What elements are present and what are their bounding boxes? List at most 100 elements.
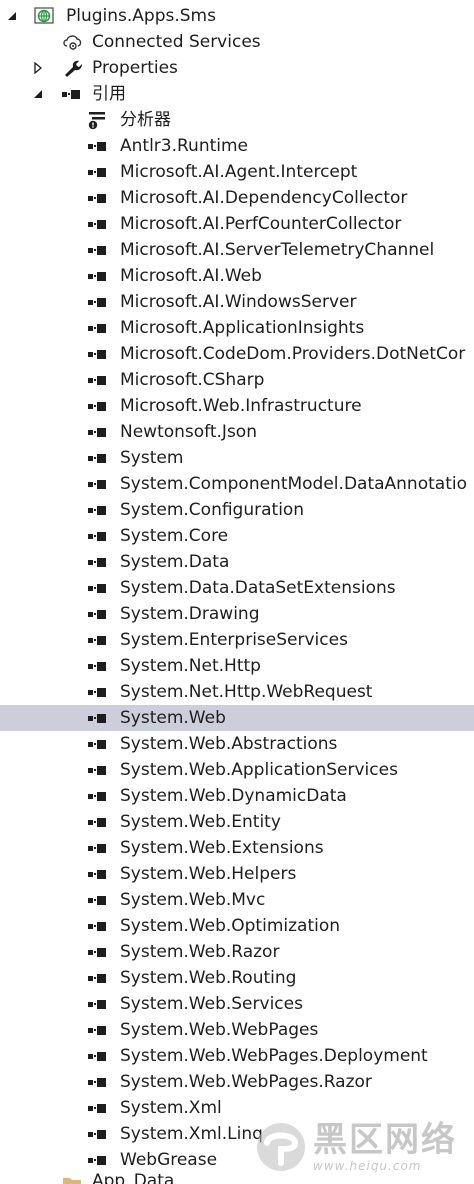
reference-item-label: Microsoft.CodeDom.Providers.DotNetCor bbox=[120, 344, 466, 364]
reference-item-label: System.Configuration bbox=[120, 500, 305, 520]
reference-item[interactable]: System.Web.Routing bbox=[0, 965, 474, 991]
reference-item[interactable]: Microsoft.AI.ServerTelemetryChannel bbox=[0, 237, 474, 263]
reference-item[interactable]: System bbox=[0, 445, 474, 471]
reference-item-label: Microsoft.Web.Infrastructure bbox=[120, 396, 362, 416]
reference-item[interactable]: System.Web.WebPages bbox=[0, 1017, 474, 1043]
reference-item[interactable]: System.Web.Entity bbox=[0, 809, 474, 835]
reference-item[interactable]: System.Web bbox=[0, 705, 474, 731]
reference-item-label: System.Xml.Linq bbox=[120, 1124, 263, 1144]
reference-item-label: WebGrease bbox=[120, 1150, 218, 1170]
properties-node[interactable]: Properties bbox=[0, 55, 474, 81]
app-data-node[interactable]: App_Data bbox=[0, 1172, 474, 1184]
reference-icon bbox=[88, 809, 110, 835]
reference-item[interactable]: Microsoft.CodeDom.Providers.DotNetCor bbox=[0, 341, 474, 367]
reference-item[interactable]: System.Net.Http bbox=[0, 653, 474, 679]
reference-item-label: System bbox=[120, 448, 184, 468]
reference-item[interactable]: System.Drawing bbox=[0, 601, 474, 627]
reference-item[interactable]: System.Web.Abstractions bbox=[0, 731, 474, 757]
reference-item[interactable]: System.Web.WebPages.Razor bbox=[0, 1069, 474, 1095]
reference-icon bbox=[88, 679, 110, 705]
reference-icon bbox=[88, 913, 110, 939]
reference-icon bbox=[88, 523, 110, 549]
reference-item-label: System.ComponentModel.DataAnnotatio bbox=[120, 474, 467, 494]
reference-item[interactable]: System.Web.ApplicationServices bbox=[0, 757, 474, 783]
reference-item[interactable]: System.Web.DynamicData bbox=[0, 783, 474, 809]
reference-icon bbox=[88, 1043, 110, 1069]
reference-item[interactable]: System.Web.Razor bbox=[0, 939, 474, 965]
reference-item[interactable]: System.Web.Extensions bbox=[0, 835, 474, 861]
reference-item[interactable]: System.Net.Http.WebRequest bbox=[0, 679, 474, 705]
connected-services-label: Connected Services bbox=[92, 32, 261, 52]
wrench-icon bbox=[62, 55, 82, 81]
reference-item[interactable]: Microsoft.AI.PerfCounterCollector bbox=[0, 211, 474, 237]
reference-item[interactable]: System.ComponentModel.DataAnnotatio bbox=[0, 471, 474, 497]
reference-item[interactable]: Microsoft.AI.Web bbox=[0, 263, 474, 289]
reference-item-label: Newtonsoft.Json bbox=[120, 422, 257, 442]
reference-item-label: System.Data bbox=[120, 552, 230, 572]
reference-item[interactable]: System.Web.Services bbox=[0, 991, 474, 1017]
reference-icon bbox=[88, 601, 110, 627]
reference-item-label: System.Net.Http.WebRequest bbox=[120, 682, 373, 702]
reference-icon bbox=[88, 445, 110, 471]
reference-item[interactable]: System.Data bbox=[0, 549, 474, 575]
folder-icon bbox=[62, 1172, 82, 1184]
reference-item-label: Microsoft.AI.ServerTelemetryChannel bbox=[120, 240, 435, 260]
reference-item[interactable]: System.Core bbox=[0, 523, 474, 549]
reference-item[interactable]: System.Data.DataSetExtensions bbox=[0, 575, 474, 601]
reference-icon bbox=[88, 341, 110, 367]
reference-item[interactable]: System.Web.Mvc bbox=[0, 887, 474, 913]
reference-item[interactable]: System.Web.Optimization bbox=[0, 913, 474, 939]
reference-icon bbox=[88, 289, 110, 315]
reference-icon bbox=[88, 419, 110, 445]
collapsed-arrow-icon[interactable] bbox=[30, 55, 46, 81]
reference-icon bbox=[88, 861, 110, 887]
reference-item[interactable]: Microsoft.Web.Infrastructure bbox=[0, 393, 474, 419]
reference-icon bbox=[88, 393, 110, 419]
reference-item[interactable]: Antlr3.Runtime bbox=[0, 133, 474, 159]
reference-item[interactable]: Microsoft.ApplicationInsights bbox=[0, 315, 474, 341]
reference-icon bbox=[88, 237, 110, 263]
reference-icon bbox=[88, 1017, 110, 1043]
reference-icon bbox=[88, 757, 110, 783]
reference-icon bbox=[88, 1069, 110, 1095]
reference-item[interactable]: System.Web.Helpers bbox=[0, 861, 474, 887]
project-node[interactable]: Plugins.Apps.Sms bbox=[0, 3, 474, 29]
reference-item[interactable]: System.Configuration bbox=[0, 497, 474, 523]
reference-icon bbox=[62, 81, 84, 107]
reference-icon bbox=[88, 783, 110, 809]
references-label: 引用 bbox=[92, 84, 126, 104]
reference-item-label: System.Core bbox=[120, 526, 229, 546]
reference-item[interactable]: Newtonsoft.Json bbox=[0, 419, 474, 445]
reference-icon bbox=[88, 653, 110, 679]
reference-item[interactable]: WebGrease bbox=[0, 1147, 474, 1173]
expanded-arrow-icon[interactable] bbox=[4, 3, 20, 29]
reference-icon bbox=[88, 835, 110, 861]
reference-item-label: Microsoft.CSharp bbox=[120, 370, 265, 390]
reference-item[interactable]: Microsoft.CSharp bbox=[0, 367, 474, 393]
reference-item[interactable]: System.Xml.Linq bbox=[0, 1121, 474, 1147]
reference-icon bbox=[88, 705, 110, 731]
reference-icon bbox=[88, 497, 110, 523]
reference-icon bbox=[88, 159, 110, 185]
reference-icon bbox=[88, 185, 110, 211]
reference-item-label: System.Web.Optimization bbox=[120, 916, 341, 936]
reference-item[interactable]: Microsoft.AI.Agent.Intercept bbox=[0, 159, 474, 185]
reference-item[interactable]: Microsoft.AI.DependencyCollector bbox=[0, 185, 474, 211]
reference-item-label: System.Web.Extensions bbox=[120, 838, 324, 858]
reference-item-label: System.Web.WebPages.Razor bbox=[120, 1072, 372, 1092]
analyzers-node[interactable]: 分析器 bbox=[0, 107, 474, 133]
reference-icon bbox=[88, 965, 110, 991]
reference-item-label: System.Web.Abstractions bbox=[120, 734, 338, 754]
reference-item-label: System.Data.DataSetExtensions bbox=[120, 578, 396, 598]
expanded-arrow-icon[interactable] bbox=[30, 81, 46, 107]
reference-item[interactable]: System.Web.WebPages.Deployment bbox=[0, 1043, 474, 1069]
reference-icon bbox=[88, 575, 110, 601]
reference-item[interactable]: System.EnterpriseServices bbox=[0, 627, 474, 653]
reference-item-label: System.Web.Razor bbox=[120, 942, 280, 962]
references-node[interactable]: 引用 bbox=[0, 81, 474, 107]
reference-item[interactable]: Microsoft.AI.WindowsServer bbox=[0, 289, 474, 315]
reference-item[interactable]: System.Xml bbox=[0, 1095, 474, 1121]
properties-label: Properties bbox=[92, 58, 178, 78]
reference-item-label: System.Web.WebPages.Deployment bbox=[120, 1046, 428, 1066]
connected-services-node[interactable]: Connected Services bbox=[0, 29, 474, 55]
